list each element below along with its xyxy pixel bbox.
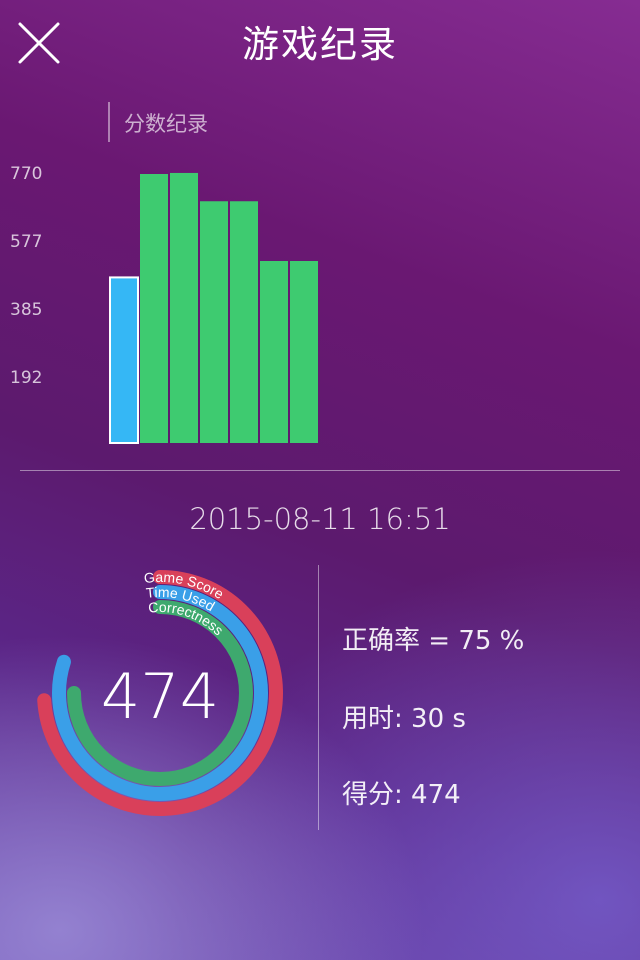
time-stat: 用时: 30 s [342,704,466,734]
score-bar[interactable] [200,201,228,443]
score-bar[interactable] [260,260,288,443]
accuracy-stat: 正确率 = 75 % [342,626,525,656]
section-divider [20,470,620,471]
score-value: 474 [100,660,220,733]
score-bar[interactable] [140,174,168,443]
score-bars [109,172,318,445]
score-bar[interactable] [290,260,318,443]
score-bar[interactable] [170,172,198,443]
score-bar[interactable] [230,201,258,443]
stats-divider [318,565,319,830]
score-stat: 得分: 474 [342,780,461,810]
score-bar[interactable] [109,276,139,445]
record-datetime: 2015-08-11 16:51 [189,502,451,536]
